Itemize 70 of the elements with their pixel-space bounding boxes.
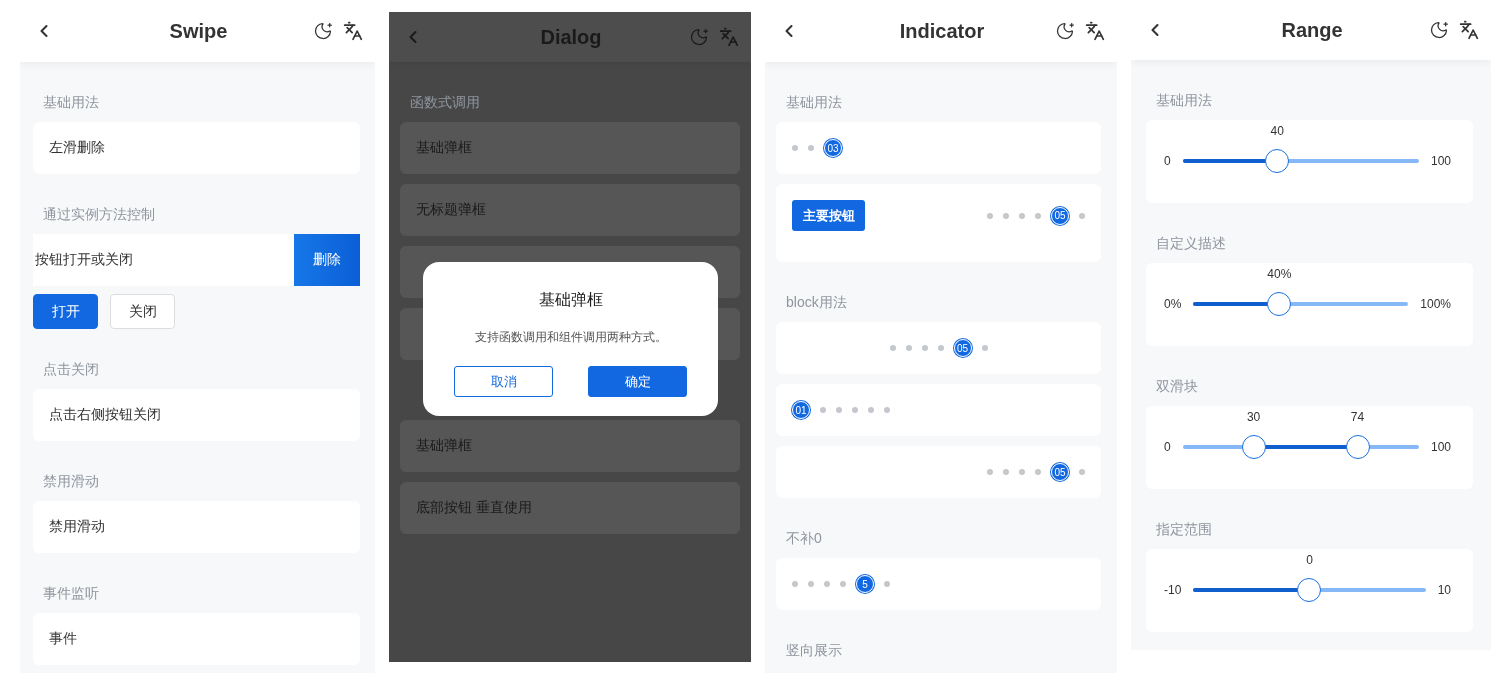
translate-icon[interactable]: [343, 21, 363, 41]
dialog-title: 基础弹框: [538, 290, 603, 310]
indicator-current: 5: [856, 575, 874, 593]
section-title: 竖向展示: [785, 641, 843, 660]
range-max: 100%: [1420, 296, 1451, 313]
swipe-cell[interactable]: 按钮打开或关闭 删除: [33, 234, 360, 286]
range-track[interactable]: 30 74: [1182, 410, 1419, 460]
list-cell[interactable]: 点击右侧按钮关闭: [33, 389, 360, 441]
range-track[interactable]: 0: [1193, 553, 1426, 603]
range-max: 100: [1430, 153, 1451, 170]
moon-icon[interactable]: [313, 21, 333, 41]
range-min: 0%: [1164, 296, 1182, 313]
translate-icon[interactable]: [1459, 20, 1479, 40]
list-cell[interactable]: 禁用滑动: [33, 501, 360, 553]
section-title: block用法: [785, 293, 848, 312]
range-value: 40%: [1267, 267, 1292, 281]
cell-label: 底部按钮 垂直使用: [416, 499, 532, 517]
range-track[interactable]: 40%: [1193, 267, 1409, 317]
page-title: Range: [1281, 18, 1343, 42]
section-title: 基础用法: [42, 93, 100, 112]
section-title: 基础用法: [1155, 91, 1213, 110]
indicator-current: 05: [1051, 206, 1069, 225]
indicator-current: 05: [1051, 463, 1069, 481]
range-track[interactable]: 40: [1182, 124, 1419, 174]
cell-label: 左滑删除: [49, 139, 105, 157]
section-title: 不补0: [785, 529, 823, 548]
range-min: 0: [1164, 439, 1171, 456]
cell-label: 点击右侧按钮关闭: [49, 406, 161, 424]
moon-icon[interactable]: [1055, 21, 1075, 41]
section-title: 指定范围: [1155, 520, 1213, 539]
confirm-button[interactable]: 确定: [588, 366, 687, 397]
cancel-button[interactable]: 取消: [454, 366, 553, 397]
section-title: 函数式调用: [409, 93, 481, 112]
section-title: 双滑块: [1155, 377, 1199, 396]
indicator-current: 01: [792, 401, 810, 419]
section-title: 点击关闭: [42, 360, 100, 379]
range-thumb[interactable]: [1265, 149, 1290, 173]
list-cell[interactable]: 事件: [33, 613, 360, 665]
primary-button[interactable]: 主要按钮: [792, 200, 865, 231]
section-title: 自定义描述: [1155, 234, 1227, 253]
range-max: 100: [1430, 439, 1451, 456]
section-title: 基础用法: [785, 93, 843, 112]
range-value: 0: [1306, 553, 1313, 567]
range-thumb[interactable]: [1241, 435, 1266, 459]
translate-icon[interactable]: [1085, 21, 1105, 41]
cell-label: 禁用滑动: [49, 518, 105, 536]
range-min: 0: [1164, 153, 1171, 170]
close-button[interactable]: 关闭: [110, 294, 175, 329]
range-value: 40: [1270, 124, 1284, 138]
indicator-current: 03: [824, 139, 842, 157]
cell-label: 事件: [49, 630, 77, 648]
cell-label: 按钮打开或关闭: [34, 250, 134, 269]
indicator-current: 05: [953, 339, 972, 357]
section-title: 通过实例方法控制: [42, 205, 156, 224]
section-title: 事件监听: [42, 584, 100, 603]
range-value: 74: [1350, 410, 1365, 424]
range-thumb[interactable]: [1345, 435, 1370, 459]
range-thumb[interactable]: [1267, 292, 1292, 316]
range-max: 10: [1437, 582, 1451, 599]
list-cell[interactable]: 左滑删除: [33, 122, 360, 174]
delete-button[interactable]: 删除: [294, 234, 360, 286]
dialog-message: 支持函数调用和组件调用两种方式。: [474, 329, 667, 346]
page-title: Swipe: [169, 19, 228, 43]
range-thumb[interactable]: [1297, 578, 1322, 602]
open-button[interactable]: 打开: [33, 294, 98, 329]
moon-icon[interactable]: [1429, 20, 1449, 40]
range-min: -10: [1164, 582, 1182, 599]
section-title: 禁用滑动: [42, 472, 100, 491]
range-value: 30: [1246, 410, 1261, 424]
page-title: Indicator: [899, 19, 985, 43]
